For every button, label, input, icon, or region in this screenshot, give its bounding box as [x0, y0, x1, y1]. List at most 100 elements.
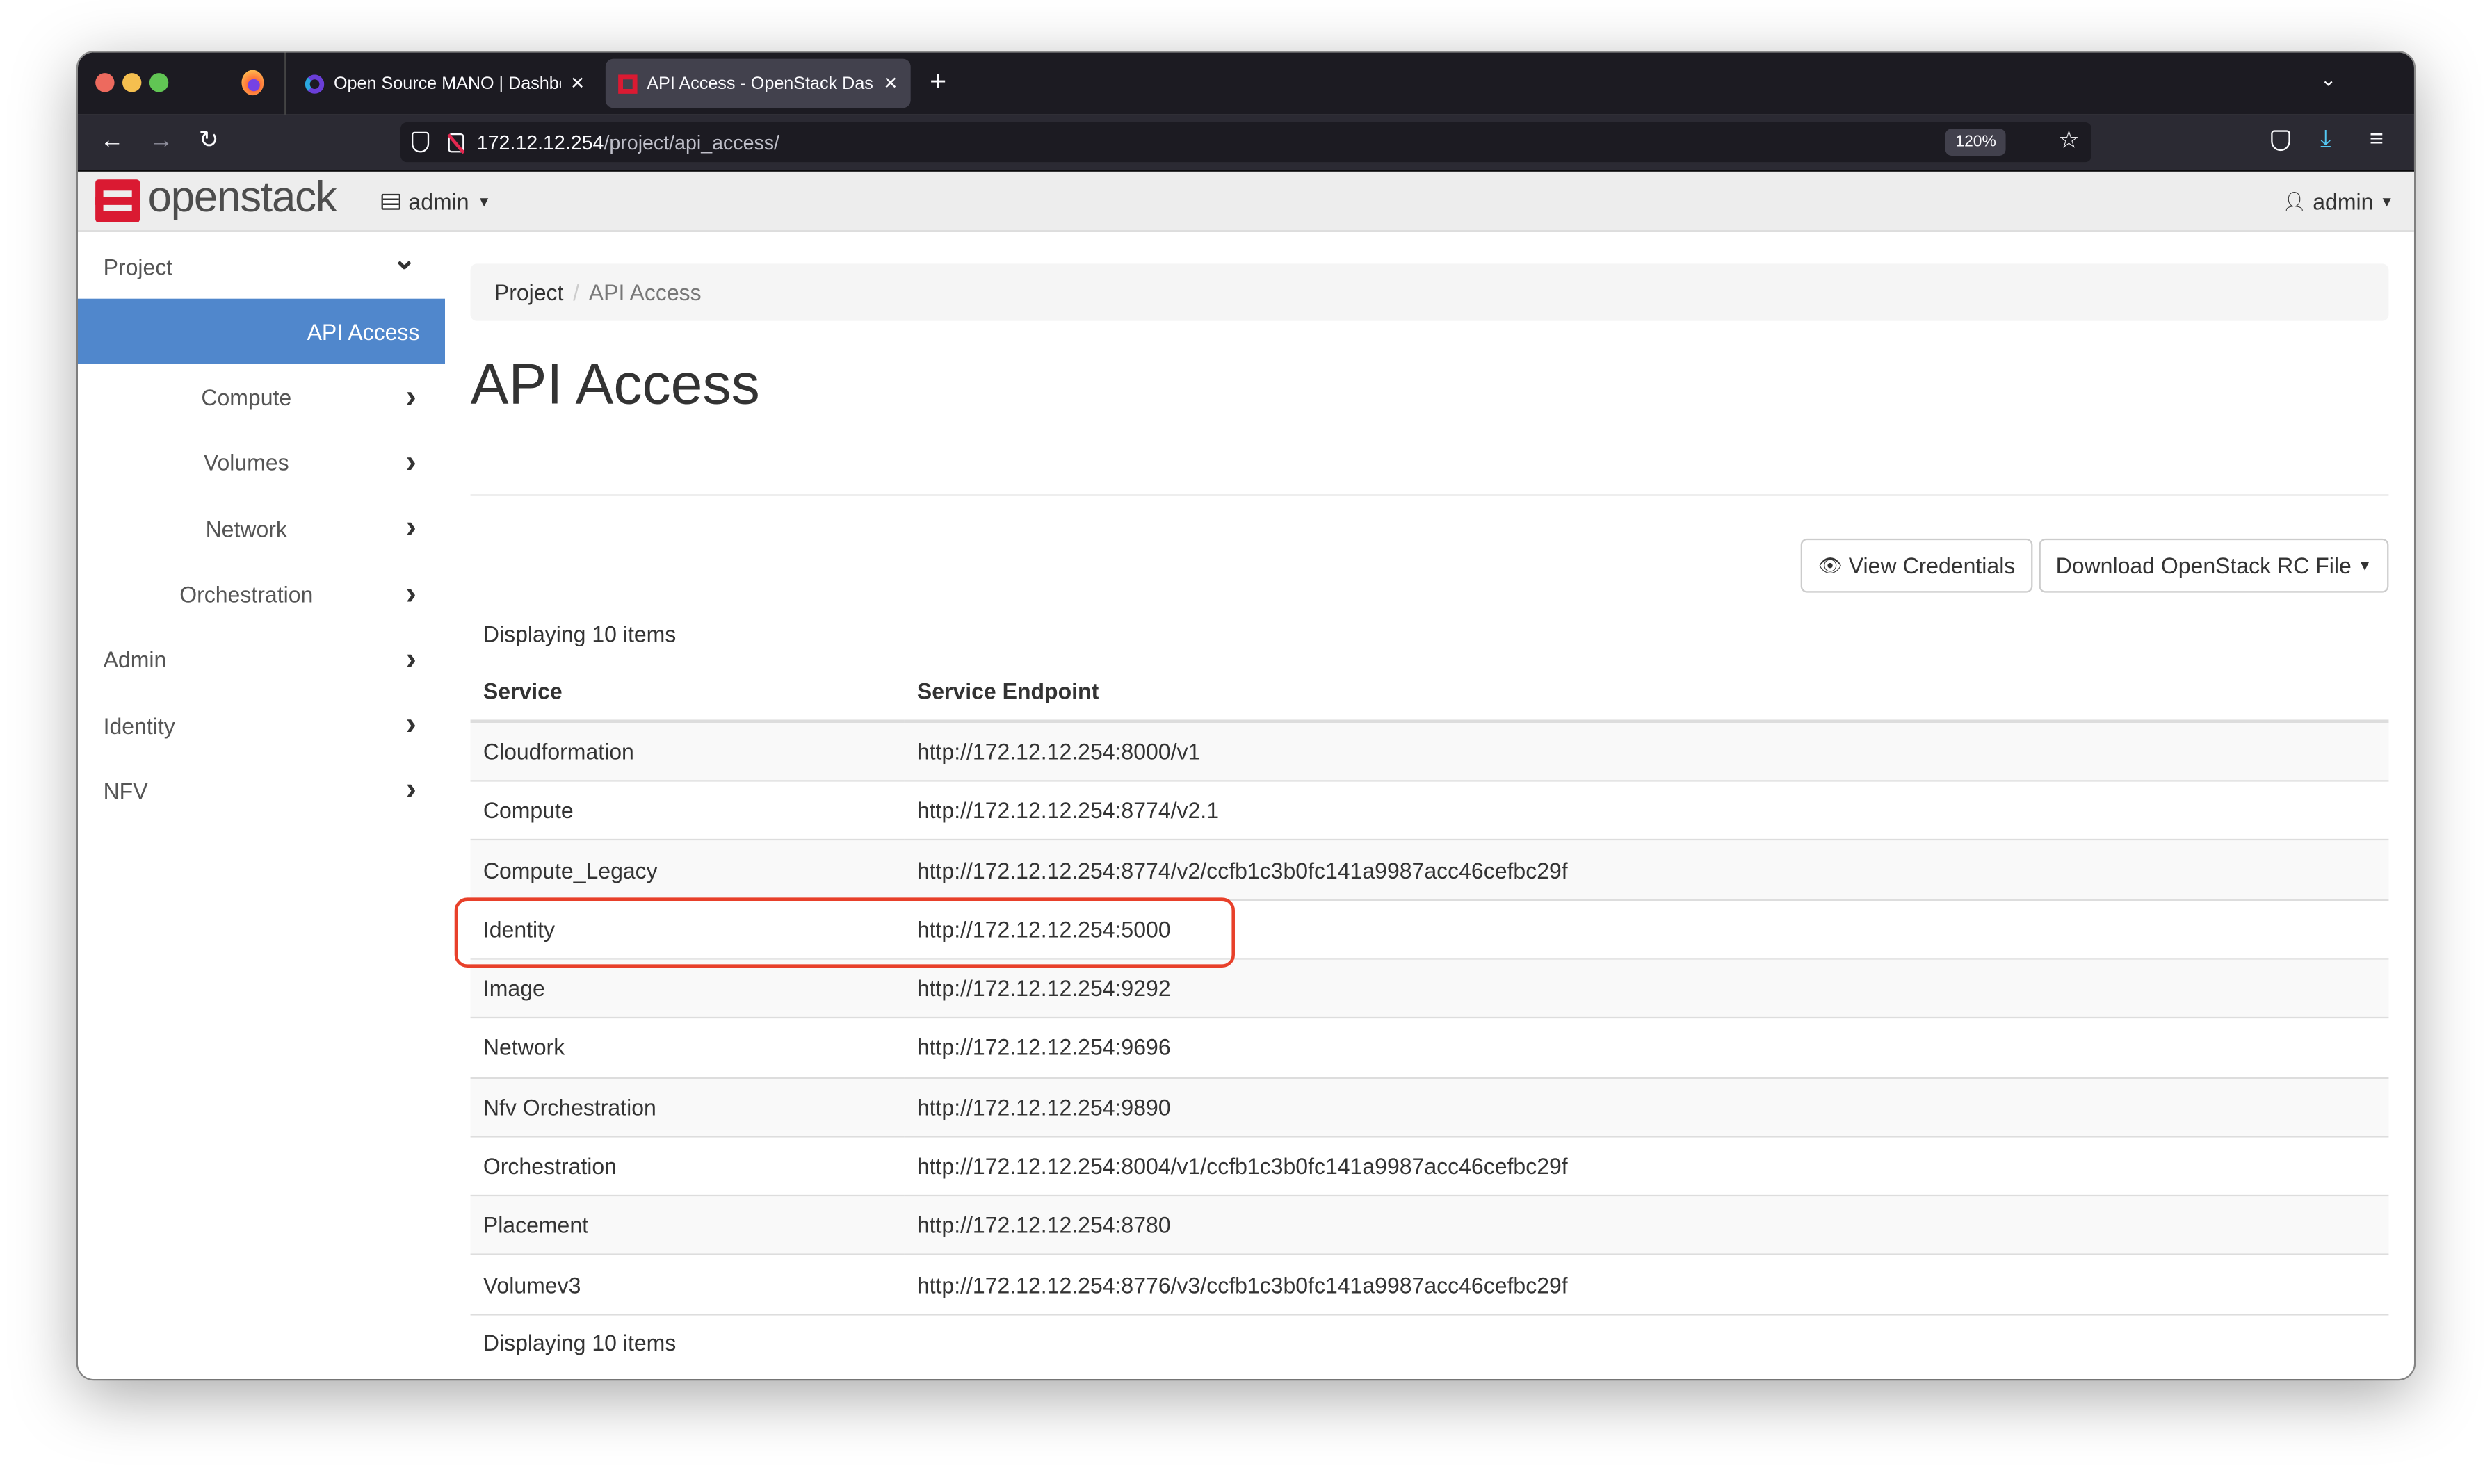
sidebar-item-compute[interactable]: Compute › [78, 365, 445, 430]
breadcrumb: Project / API Access [470, 263, 2389, 321]
table-row: Placement http://172.12.12.254:8780 [470, 1195, 2389, 1255]
sidebar-item-volumes[interactable]: Volumes › [78, 430, 445, 496]
endpoint-cell: http://172.12.12.254:8774/v2/ccfb1c3b0fc… [904, 839, 2389, 900]
close-window-button[interactable] [95, 73, 115, 92]
endpoint-cell: http://172.12.12.254:9890 [904, 1076, 2389, 1137]
service-cell: Network [470, 1017, 905, 1077]
url-bar[interactable]: 172.12.12.254/project/api_access/ 120% [400, 122, 2092, 163]
caret-down-icon: ▼ [2357, 557, 2372, 574]
service-cell: Cloudformation [470, 721, 905, 781]
view-credentials-button[interactable]: 👁︎ View Credentials [1800, 538, 2033, 593]
sidebar-item-label: Project [103, 253, 173, 279]
shield-icon[interactable] [411, 131, 430, 153]
sidebar-item-project[interactable]: Project ⌄ [78, 234, 445, 299]
table-row: Nfv Orchestration http://172.12.12.254:98… [470, 1076, 2389, 1137]
button-label: View Credentials [1848, 553, 2016, 578]
sidebar-item-label: Orchestration [179, 581, 314, 608]
chevron-right-icon[interactable]: › [406, 707, 416, 744]
back-button[interactable]: ← [100, 127, 124, 154]
user-menu[interactable]: 👤︎ admin ▼ [2282, 189, 2394, 215]
openstack-logo-text[interactable]: openstack [148, 173, 337, 222]
table-row: Volumev3 http://172.12.12.254:8776/v3/ccf… [470, 1254, 2389, 1314]
firefox-icon[interactable] [241, 70, 264, 96]
service-cell: Volumev3 [470, 1254, 905, 1314]
new-tab-button[interactable]: + [930, 65, 946, 99]
user-name: admin [2313, 188, 2374, 215]
menu-hamburger-icon[interactable]: ≡ [2370, 126, 2384, 153]
eye-icon: 👁︎ [1818, 554, 1843, 577]
endpoints-table: Service Service Endpoint Cloudformation h… [470, 662, 2389, 1355]
page-title: API Access [470, 351, 760, 416]
column-header-endpoint[interactable]: Service Endpoint [904, 662, 2389, 724]
bookmark-star-icon[interactable]: ☆ [2058, 126, 2080, 154]
highlight-annotation [454, 897, 1235, 968]
close-tab-icon[interactable]: ✕ [570, 73, 585, 93]
table-row: Compute http://172.12.12.254:8774/v2.1 [470, 780, 2389, 840]
column-header-service[interactable]: Service [470, 662, 905, 724]
zoom-level-badge[interactable]: 120% [1945, 129, 2006, 156]
endpoint-cell: http://172.12.12.254:8776/v3/ccfb1c3b0fc… [904, 1254, 2389, 1314]
openstack-logo-icon[interactable] [95, 179, 140, 222]
sidebar-item-label: Volumes [203, 450, 289, 476]
tab-osm[interactable]: Open Source MANO | Dashboard ✕ [293, 59, 598, 108]
download-icon[interactable]: ⤓ [2320, 126, 2331, 153]
sidebar-item-admin[interactable]: Admin › [78, 627, 445, 692]
chevron-right-icon[interactable]: › [406, 510, 416, 547]
endpoint-cell: http://172.12.12.254:9696 [904, 1017, 2389, 1077]
project-selector[interactable]: admin ▼ [381, 188, 491, 215]
table-row: Orchestration http://172.12.12.254:8004/v… [470, 1135, 2389, 1196]
breadcrumb-project[interactable]: Project [494, 279, 564, 305]
service-cell: Placement [470, 1195, 905, 1255]
chevron-right-icon[interactable]: › [406, 445, 416, 482]
browser-window: Open Source MANO | Dashboard ✕ API Acces… [77, 52, 2414, 1379]
sidebar-item-nfv[interactable]: NFV › [78, 758, 445, 824]
sidebar-item-label: NFV [103, 778, 148, 804]
openstack-favicon-icon [618, 74, 638, 93]
tab-title: API Access - OpenStack Dashboard [647, 74, 873, 93]
chevron-right-icon[interactable]: › [406, 576, 416, 613]
chevron-right-icon[interactable]: › [406, 642, 416, 678]
breadcrumb-separator: / [573, 279, 580, 305]
minimize-window-button[interactable] [122, 73, 142, 92]
item-count-top: Displaying 10 items [483, 621, 677, 647]
tab-bar: Open Source MANO | Dashboard ✕ API Acces… [77, 52, 2414, 115]
close-tab-icon[interactable]: ✕ [883, 73, 898, 93]
tab-api-access[interactable]: API Access - OpenStack Dashboard ✕ [605, 58, 911, 108]
user-icon: 👤︎ [2282, 190, 2307, 213]
list-tabs-chevron-down-icon[interactable]: ⌄ [2320, 68, 2336, 90]
maximize-window-button[interactable] [149, 73, 169, 92]
caret-down-icon: ▼ [2379, 193, 2394, 210]
sidebar-item-orchestration[interactable]: Orchestration › [78, 562, 445, 627]
chevron-right-icon[interactable]: › [406, 773, 416, 810]
url-path: /project/api_access/ [604, 131, 779, 154]
project-list-icon [381, 193, 400, 210]
table-row: Image http://172.12.12.254:9292 [470, 958, 2389, 1018]
sidebar-item-api-access[interactable]: API Access [77, 299, 445, 365]
tab-title: Open Source MANO | Dashboard [333, 74, 560, 93]
table-row: Cloudformation http://172.12.12.254:8000/… [470, 721, 2389, 781]
openstack-header: openstack admin ▼ 👤︎ admin ▼ [77, 171, 2414, 232]
service-cell: Nfv Orchestration [470, 1076, 905, 1137]
forward-button[interactable]: → [149, 127, 173, 154]
endpoint-cell: http://172.12.12.254:8000/v1 [904, 721, 2389, 781]
endpoint-cell: http://172.12.12.254:8780 [904, 1195, 2389, 1255]
chevron-right-icon[interactable]: › [406, 379, 416, 416]
service-cell: Compute_Legacy [470, 839, 905, 900]
download-rc-file-button[interactable]: Download OpenStack RC File ▼ [2039, 538, 2389, 593]
pocket-icon[interactable] [2271, 130, 2290, 152]
sidebar-item-identity[interactable]: Identity › [78, 693, 445, 758]
sidebar-item-label: Compute [201, 384, 292, 410]
breadcrumb-current: API Access [588, 279, 702, 305]
button-label: Download OpenStack RC File [2055, 553, 2352, 578]
sidebar: Project ⌄ API Access Compute › Volumes › Networ… [77, 233, 445, 1379]
reload-button[interactable]: ↻ [199, 126, 219, 154]
nav-bar: ← → ↻ 172.12.12.254/project/api_access/ … [77, 114, 2414, 172]
sidebar-item-label: Admin [103, 646, 167, 673]
project-name: admin [408, 188, 469, 215]
service-cell: Compute [470, 780, 905, 840]
endpoint-cell: http://172.12.12.254:8004/v1/ccfb1c3b0fc… [904, 1135, 2389, 1196]
sidebar-item-network[interactable]: Network › [78, 496, 445, 562]
chevron-down-icon[interactable]: ⌄ [392, 243, 416, 277]
insecure-lock-icon[interactable] [447, 132, 465, 154]
sidebar-item-label: Identity [103, 712, 175, 738]
